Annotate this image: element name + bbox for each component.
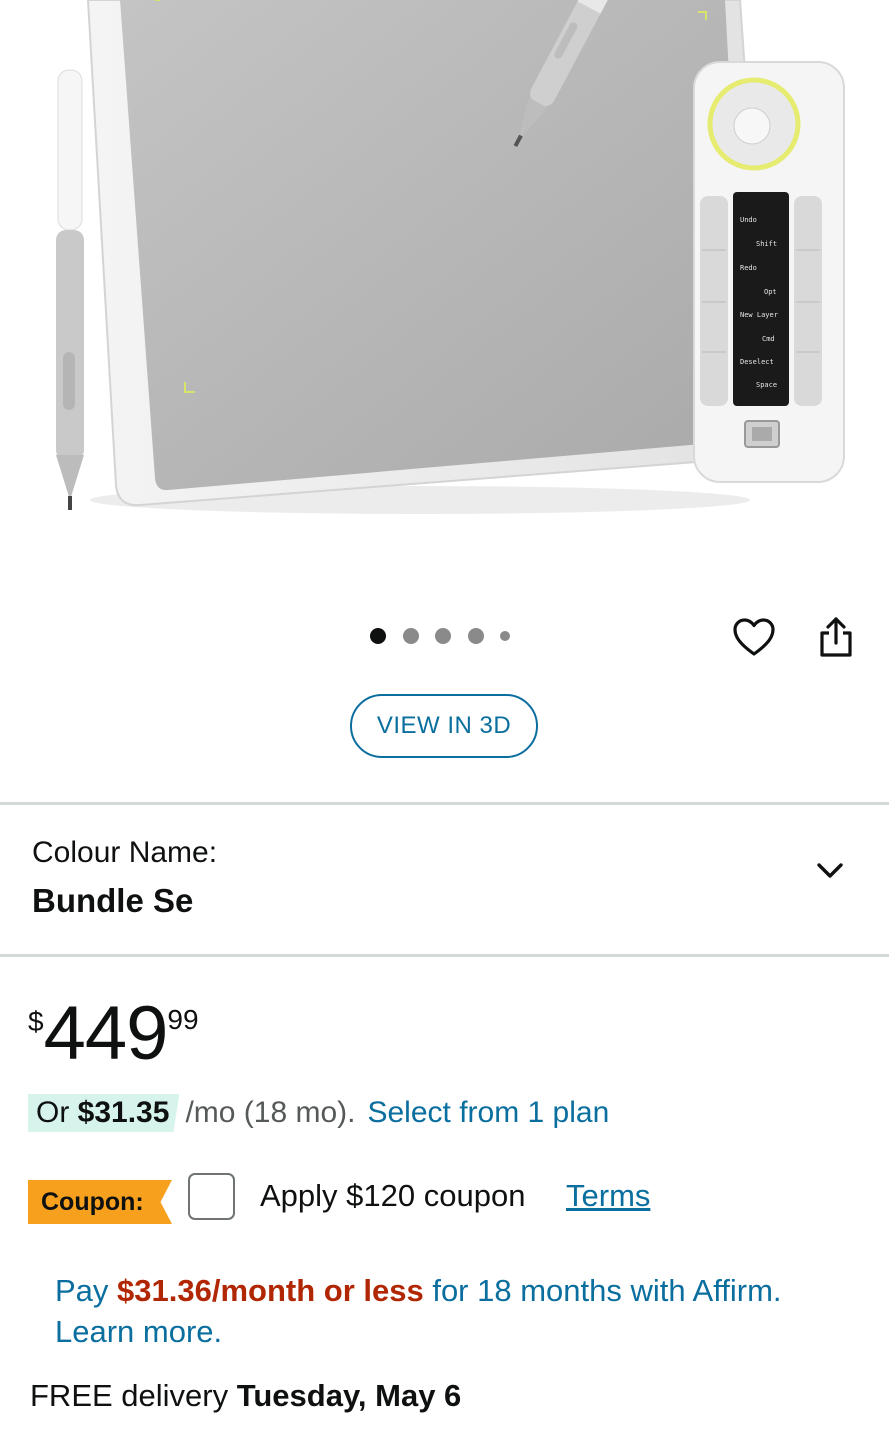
installment-period: /mo (18 mo). [185,1096,356,1129]
keypad-label: Space [756,381,777,389]
delivery-info: FREE delivery Tuesday, May 6 [30,1378,461,1414]
carousel-indicator[interactable] [370,628,527,644]
affirm-financing-link[interactable]: Pay $31.36/month or less for 18 months w… [55,1270,815,1352]
divider [0,954,889,957]
delivery-prefix: FREE delivery [30,1378,237,1413]
heart-icon [733,618,775,656]
carousel-dot[interactable] [402,628,419,644]
keypad-label: Opt [764,288,777,296]
price-currency-symbol: $ [28,1006,44,1037]
coupon-checkbox[interactable] [188,1173,235,1220]
colour-selector[interactable] [0,806,889,954]
keypad-label: Undo [740,216,757,224]
product-image[interactable]: Undo Shift Redo Opt New Layer Cmd Desele… [0,0,889,600]
select-plan-link[interactable]: Select from 1 plan [367,1096,609,1130]
chevron-down-icon[interactable] [814,855,846,887]
affirm-before: Pay [55,1273,118,1308]
colour-name-label: Colour Name: [32,836,218,869]
colour-name-value: Bundle Se [32,882,194,919]
coupon-terms-link[interactable]: Terms [566,1178,650,1214]
product-image-illustration: Undo Shift Redo Opt New Layer Cmd Desele… [56,0,845,514]
keypad-label: New Layer [740,311,778,319]
divider [0,802,889,805]
carousel-dot[interactable] [467,628,484,644]
carousel-dot[interactable] [370,628,386,644]
coupon-text[interactable]: Apply $120 coupon [260,1178,525,1214]
carousel-dot[interactable] [500,631,510,641]
affirm-amount: $31.36/month or less [117,1273,424,1308]
carousel-dot[interactable] [435,628,451,644]
share-icon [820,617,852,657]
add-to-wishlist-button[interactable] [730,613,778,661]
installment-offer: Or $31.35 /mo (18 mo). Select from 1 pla… [28,1094,609,1132]
keypad-label: Shift [756,240,777,248]
share-button[interactable] [812,613,860,661]
installment-amount: $31.35 [77,1096,170,1129]
keypad-label: Deselect [740,358,774,366]
delivery-date: Tuesday, May 6 [236,1378,462,1413]
price-whole: 449 [43,991,169,1076]
installment-highlight: Or $31.35 [28,1094,180,1132]
coupon-badge: Coupon: [28,1180,172,1224]
keypad-label: Cmd [762,335,775,343]
keypad-label: Redo [740,264,757,272]
price-fraction: 99 [167,1004,199,1035]
installment-prefix: Or [36,1096,78,1129]
price: $ 449 99 [28,996,199,1072]
view-in-3d-button[interactable]: VIEW IN 3D [350,694,538,758]
